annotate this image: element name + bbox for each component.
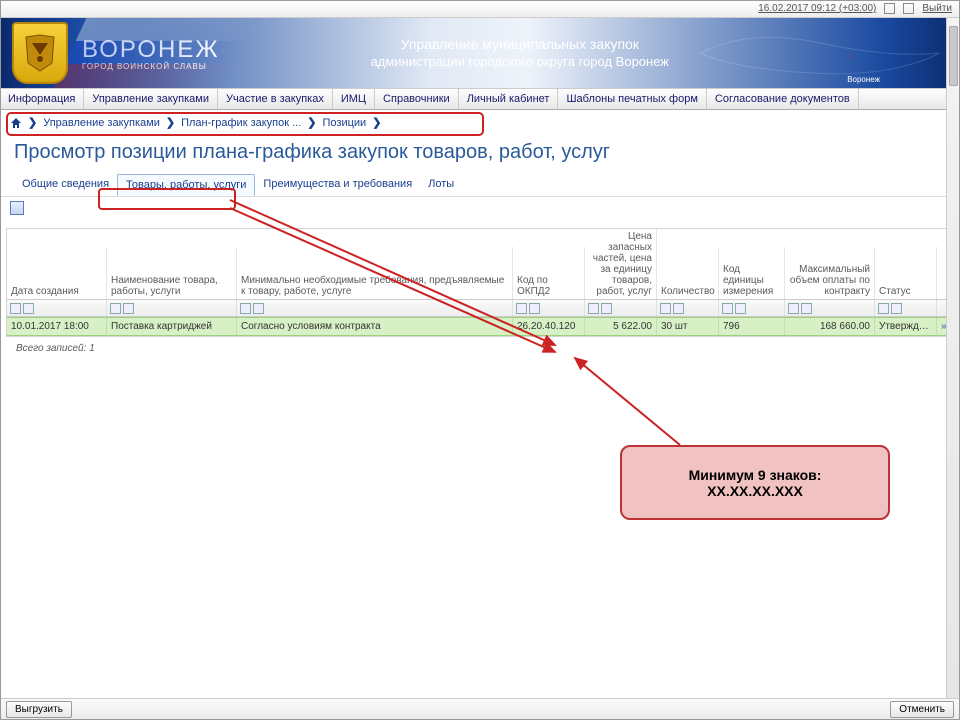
filter-icon[interactable] (601, 303, 612, 314)
chevron-right-icon: ❯ (307, 116, 316, 129)
coat-of-arms-icon (12, 22, 68, 84)
timestamp[interactable]: 16.02.2017 09:12 (+03:00) (758, 3, 876, 14)
cell-qty: 30 шт (657, 318, 719, 335)
cell-date: 10.01.2017 18:00 (7, 318, 107, 335)
filter-icon[interactable] (788, 303, 799, 314)
filter-icon[interactable] (735, 303, 746, 314)
filter-icon[interactable] (588, 303, 599, 314)
table-row[interactable]: 10.01.2017 18:00 Поставка картриджей Сог… (7, 317, 953, 336)
filter-icon[interactable] (123, 303, 134, 314)
col-qty[interactable]: Количество (657, 247, 719, 299)
cell-req: Согласно условиям контракта (237, 318, 513, 335)
callout: Минимум 9 знаков: XX.XX.XX.XXX (620, 445, 890, 520)
cell-max-pay: 168 660.00 (785, 318, 875, 335)
filter-icon[interactable] (253, 303, 264, 314)
col-unit-price[interactable]: Цена запасных частей, цена за единицу то… (585, 229, 657, 299)
filter-icon[interactable] (660, 303, 671, 314)
col-date[interactable]: Дата создания (7, 247, 107, 299)
col-name[interactable]: Наименование товара, работы, услуги (107, 247, 237, 299)
data-grid: Дата создания Наименование товара, работ… (6, 228, 954, 337)
cell-name: Поставка картриджей (107, 318, 237, 335)
filter-icon[interactable] (878, 303, 889, 314)
export-button[interactable]: Выгрузить (6, 701, 72, 718)
logout-link[interactable]: Выйти (922, 3, 952, 14)
cell-status: Утверждена (875, 318, 937, 335)
brand-slogan: ГОРОД ВОИНСКОЙ СЛАВЫ (82, 62, 220, 71)
col-max-pay[interactable]: Максимальный объем оплаты по контракту (785, 247, 875, 299)
cell-okpd2: 26.20.40.120 (513, 318, 585, 335)
tab-advantages[interactable]: Преимущества и требования (255, 174, 420, 196)
nav-reference[interactable]: Справочники (375, 89, 459, 109)
filter-icon[interactable] (23, 303, 34, 314)
tab-goods[interactable]: Товары, работы, услуги (117, 174, 255, 196)
filter-icon[interactable] (891, 303, 902, 314)
filter-icon[interactable] (529, 303, 540, 314)
grid-total: Всего записей: 1 (16, 343, 944, 354)
grid-toolbar (0, 197, 960, 222)
callout-line1: Минимум 9 знаков: (689, 467, 822, 483)
filter-icon[interactable] (516, 303, 527, 314)
nav-templates[interactable]: Шаблоны печатных форм (558, 89, 706, 109)
nav-participation[interactable]: Участие в закупках (218, 89, 333, 109)
map-label: Воронеж (847, 75, 880, 84)
crumb-1[interactable]: Управление закупками (43, 117, 160, 129)
chevron-right-icon: ❯ (166, 116, 175, 129)
brand: ВОРОНЕЖ ГОРОД ВОИНСКОЙ СЛАВЫ (82, 36, 220, 71)
cell-unit-code: 796 (719, 318, 785, 335)
warning-icon[interactable] (903, 3, 914, 14)
home-icon[interactable] (10, 117, 22, 129)
filter-icon[interactable] (10, 303, 21, 314)
topbar: 16.02.2017 09:12 (+03:00) Выйти (0, 0, 960, 18)
chevron-right-icon: ❯ (28, 116, 37, 129)
page-title: Просмотр позиции плана-графика закупок т… (0, 135, 960, 174)
department-title: Управление муниципальных закупок админис… (220, 35, 960, 70)
scrollbar[interactable] (946, 18, 960, 698)
col-unit-code[interactable]: Код единицы измерения (719, 247, 785, 299)
nav-info[interactable]: Информация (0, 89, 84, 109)
col-okpd2[interactable]: Код по ОКПД2 (513, 247, 585, 299)
nav-approval[interactable]: Согласование документов (707, 89, 859, 109)
cell-unit-price: 5 622.00 (585, 318, 657, 335)
col-status[interactable]: Статус (875, 247, 937, 299)
crumb-3[interactable]: Позиции (323, 117, 367, 129)
col-requirements[interactable]: Минимально необходимые требования, предъ… (237, 247, 513, 299)
filter-icon[interactable] (801, 303, 812, 314)
crumb-2[interactable]: План-график закупок ... (181, 117, 301, 129)
tab-general[interactable]: Общие сведения (14, 174, 117, 196)
grid-filter-row (7, 299, 953, 317)
tabstrip: Общие сведения Товары, работы, услуги Пр… (0, 174, 960, 197)
main-nav: Информация Управление закупками Участие … (0, 88, 960, 110)
brand-city: ВОРОНЕЖ (82, 36, 220, 64)
filter-icon[interactable] (722, 303, 733, 314)
tab-lots[interactable]: Лоты (420, 174, 462, 196)
filter-icon[interactable] (673, 303, 684, 314)
chevron-right-icon: ❯ (372, 116, 381, 129)
banner: ВОРОНЕЖ ГОРОД ВОИНСКОЙ СЛАВЫ Управление … (0, 18, 960, 88)
callout-line2: XX.XX.XX.XXX (707, 483, 803, 499)
cancel-button[interactable]: Отменить (890, 701, 954, 718)
nav-cabinet[interactable]: Личный кабинет (459, 89, 559, 109)
grid-header: Дата создания Наименование товара, работ… (7, 229, 953, 299)
nav-procurement-mgmt[interactable]: Управление закупками (84, 89, 218, 109)
notify-icon[interactable] (884, 3, 895, 14)
toolbar-icon[interactable] (10, 201, 24, 215)
nav-imc[interactable]: ИМЦ (333, 89, 375, 109)
footer: Выгрузить Отменить (0, 698, 960, 720)
filter-icon[interactable] (240, 303, 251, 314)
filter-icon[interactable] (110, 303, 121, 314)
breadcrumbs: ❯ Управление закупками ❯ План-график зак… (0, 110, 960, 135)
